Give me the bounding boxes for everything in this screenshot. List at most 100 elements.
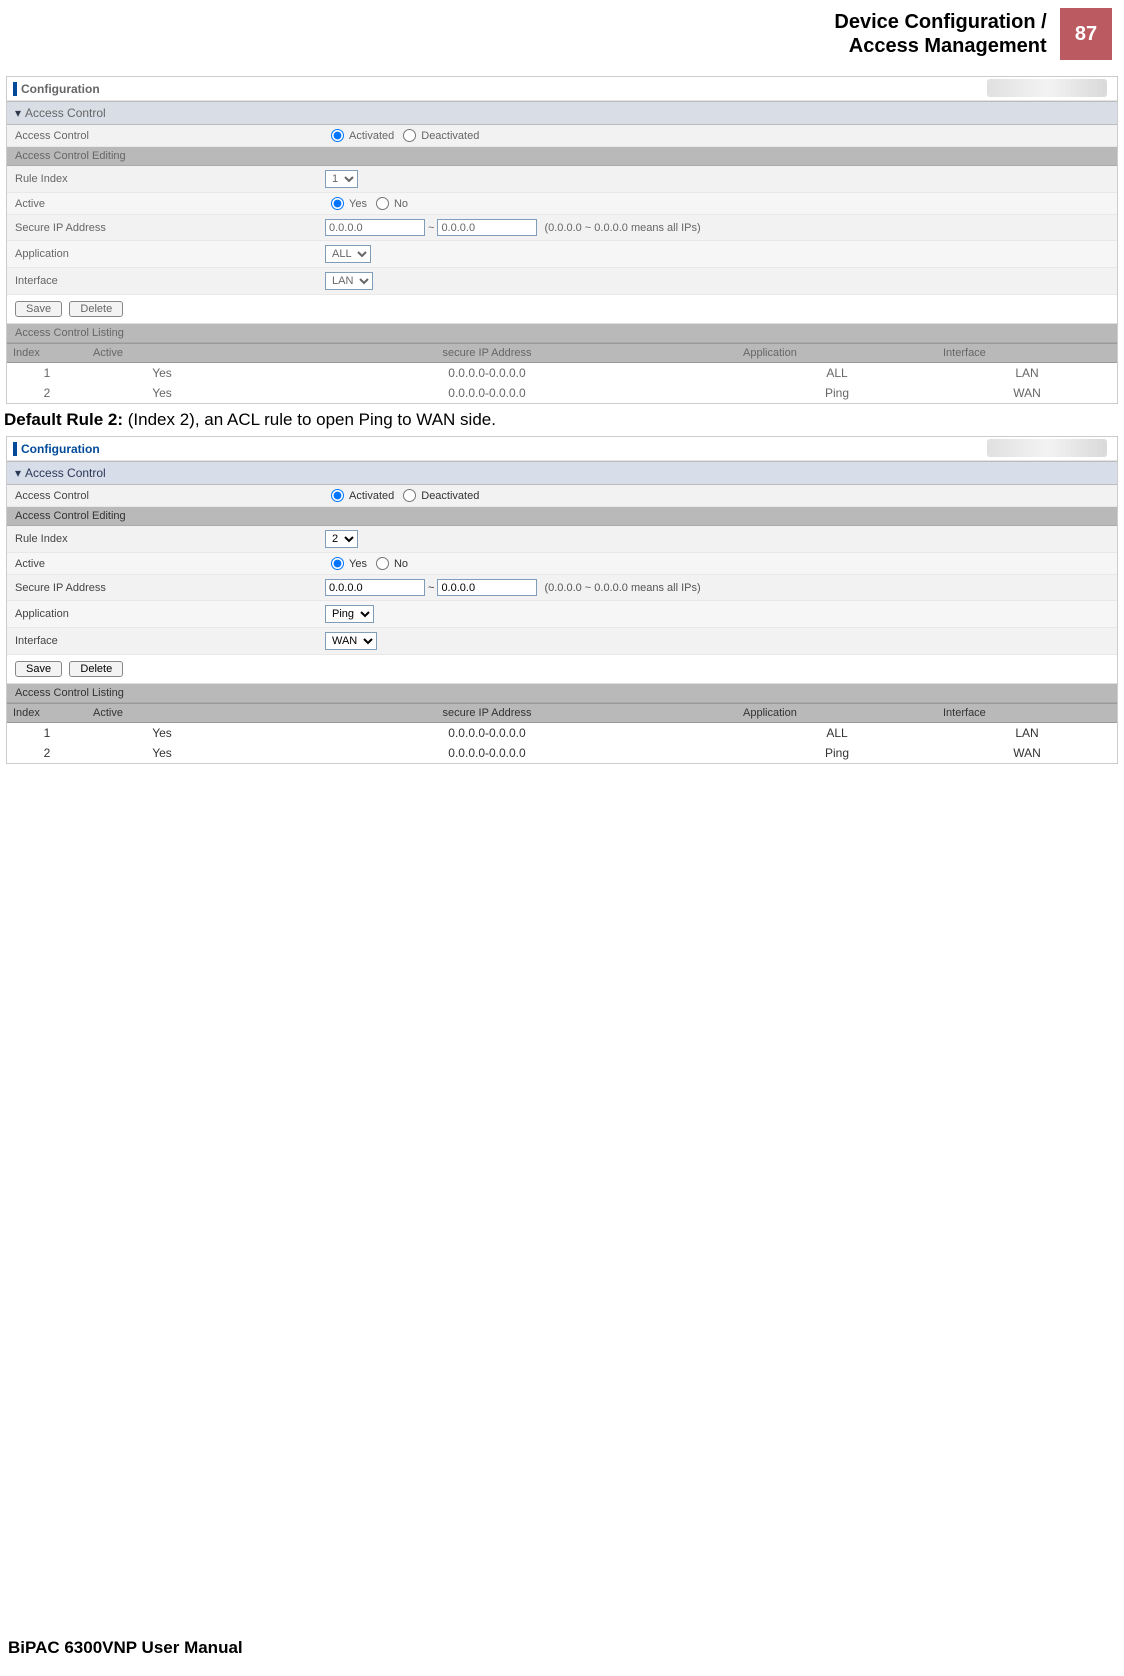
ip-to[interactable]	[437, 219, 537, 236]
bluepipe-icon	[13, 82, 17, 96]
cell-int: LAN	[937, 363, 1117, 383]
subhead-listing: Access Control Listing	[7, 324, 1117, 343]
device-image	[987, 79, 1107, 97]
col-int: Interface	[937, 704, 1117, 722]
radio-activated[interactable]	[331, 129, 344, 142]
list-header: Index Active secure IP Address Applicati…	[7, 703, 1117, 723]
cell-int: WAN	[937, 383, 1117, 403]
page-header: Device Configuration / Access Management…	[0, 0, 1124, 70]
config-topbar: Configuration	[7, 77, 1117, 101]
col-index: Index	[7, 344, 87, 362]
chevron-down-icon	[15, 466, 25, 480]
save-button[interactable]: Save	[15, 301, 62, 317]
button-row: Save Delete	[7, 655, 1117, 684]
list-header: Index Active secure IP Address Applicati…	[7, 343, 1117, 363]
delete-button[interactable]: Delete	[69, 301, 123, 317]
radio-activated[interactable]	[331, 489, 344, 502]
radio-no-label: No	[394, 558, 408, 570]
radio-yes[interactable]	[331, 557, 344, 570]
cell-ip: 0.0.0.0-0.0.0.0	[237, 723, 737, 743]
radio-no[interactable]	[376, 557, 389, 570]
cell-app: Ping	[737, 383, 937, 403]
label-application: Application	[15, 248, 325, 260]
cell-act: Yes	[87, 723, 237, 743]
col-active: Active	[87, 704, 237, 722]
select-application[interactable]: ALL	[325, 245, 371, 263]
cell-idx: 1	[7, 723, 87, 743]
ip-to[interactable]	[437, 579, 537, 596]
label-secure-ip: Secure IP Address	[15, 222, 325, 234]
row-rule-index: Rule Index 2	[7, 526, 1117, 553]
subhead-editing: Access Control Editing	[7, 507, 1117, 526]
section-label: Access Control	[25, 106, 106, 120]
page-number-box: 87	[1060, 8, 1112, 60]
select-interface[interactable]: WAN	[325, 632, 377, 650]
list-row: 2 Yes 0.0.0.0-0.0.0.0 Ping WAN	[7, 743, 1117, 763]
cell-app: ALL	[737, 723, 937, 743]
label-rule-index: Rule Index	[15, 173, 325, 185]
cell-act: Yes	[87, 363, 237, 383]
col-active: Active	[87, 344, 237, 362]
ip-from[interactable]	[325, 219, 425, 236]
section-access-control: Access Control	[7, 461, 1117, 485]
list-row: 2 Yes 0.0.0.0-0.0.0.0 Ping WAN	[7, 383, 1117, 403]
radio-deactivated-label: Deactivated	[421, 130, 479, 142]
title-line2: Access Management	[849, 35, 1047, 57]
select-rule-index[interactable]: 2	[325, 530, 358, 548]
col-ip: secure IP Address	[237, 704, 737, 722]
subhead-listing: Access Control Listing	[7, 684, 1117, 703]
cell-ip: 0.0.0.0-0.0.0.0	[237, 743, 737, 763]
select-interface[interactable]: LAN	[325, 272, 373, 290]
ip-from[interactable]	[325, 579, 425, 596]
config-title: Configuration	[21, 442, 100, 456]
config-topbar: Configuration	[7, 437, 1117, 461]
cell-app: Ping	[737, 743, 937, 763]
select-rule-index[interactable]: 1	[325, 170, 358, 188]
cell-idx: 2	[7, 383, 87, 403]
save-button[interactable]: Save	[15, 661, 62, 677]
label-secure-ip: Secure IP Address	[15, 582, 325, 594]
col-int: Interface	[937, 344, 1117, 362]
row-interface: Interface LAN	[7, 268, 1117, 295]
select-application[interactable]: Ping	[325, 605, 374, 623]
screenshot-rule1: Configuration Access Control Access Cont…	[6, 76, 1118, 404]
label-access-control: Access Control	[15, 490, 325, 502]
row-active: Active Yes No	[7, 193, 1117, 215]
cell-int: LAN	[937, 723, 1117, 743]
config-title: Configuration	[21, 82, 100, 96]
cell-act: Yes	[87, 743, 237, 763]
ip-sep: ~	[428, 582, 434, 594]
label-application: Application	[15, 608, 325, 620]
delete-button[interactable]: Delete	[69, 661, 123, 677]
row-secure-ip: Secure IP Address ~ (0.0.0.0 ~ 0.0.0.0 m…	[7, 215, 1117, 241]
radio-deactivated[interactable]	[403, 489, 416, 502]
bluepipe-icon	[13, 442, 17, 456]
label-access-control: Access Control	[15, 130, 325, 142]
col-app: Application	[737, 704, 937, 722]
section-label: Access Control	[25, 466, 106, 480]
ip-hint: (0.0.0.0 ~ 0.0.0.0 means all IPs)	[544, 582, 700, 594]
radio-activated-label: Activated	[349, 130, 394, 142]
row-interface: Interface WAN	[7, 628, 1117, 655]
device-image	[987, 439, 1107, 457]
cell-idx: 2	[7, 743, 87, 763]
row-application: Application ALL	[7, 241, 1117, 268]
list-row: 1 Yes 0.0.0.0-0.0.0.0 ALL LAN	[7, 363, 1117, 383]
row-active: Active Yes No	[7, 553, 1117, 575]
radio-no-label: No	[394, 198, 408, 210]
label-interface: Interface	[15, 275, 325, 287]
button-row: Save Delete	[7, 295, 1117, 324]
chevron-down-icon	[15, 106, 25, 120]
page-title: Device Configuration / Access Management	[834, 10, 1046, 58]
cell-ip: 0.0.0.0-0.0.0.0	[237, 363, 737, 383]
subhead-editing: Access Control Editing	[7, 147, 1117, 166]
label-rule-index: Rule Index	[15, 533, 325, 545]
radio-no[interactable]	[376, 197, 389, 210]
radio-deactivated[interactable]	[403, 129, 416, 142]
row-access-control: Access Control Activated Deactivated	[7, 485, 1117, 507]
cell-app: ALL	[737, 363, 937, 383]
radio-yes[interactable]	[331, 197, 344, 210]
radio-deactivated-label: Deactivated	[421, 490, 479, 502]
title-line1: Device Configuration /	[834, 11, 1046, 33]
label-interface: Interface	[15, 635, 325, 647]
